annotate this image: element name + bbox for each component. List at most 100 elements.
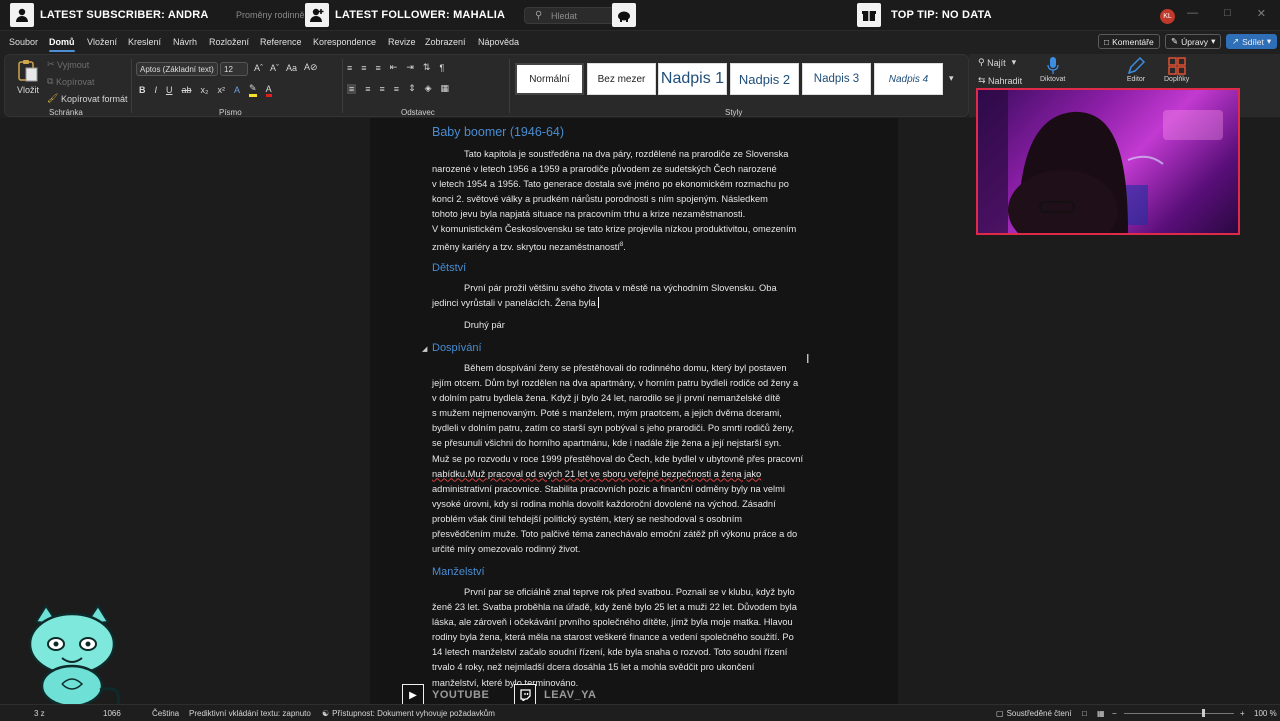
superscript-icon[interactable]: x² — [218, 85, 226, 95]
underline-icon[interactable]: U — [166, 85, 173, 95]
align-left-icon[interactable]: ≡ — [347, 83, 357, 94]
editing-mode-button[interactable]: ✎ Úpravy ▾ — [1165, 34, 1222, 49]
format-painter-button[interactable]: 🖌 Kopírovat formát — [47, 93, 127, 104]
find-button[interactable]: ⚲ Najít ▾ — [978, 57, 1016, 68]
zoom-slider-thumb[interactable] — [1202, 709, 1205, 717]
list-controls: ≡ ≡ ≡ ⇤ ⇥ ⇅ ¶ — [347, 62, 444, 73]
menu-mailings[interactable]: Korespondence — [313, 37, 376, 47]
numbered-list-icon[interactable]: ≡ — [361, 63, 366, 73]
focus-mode-button[interactable]: ▢ Soustředěné čtení — [996, 709, 1072, 718]
replace-button[interactable]: ⇆ Nahradit — [978, 75, 1022, 86]
addins-button[interactable]: Doplňky — [1164, 56, 1189, 83]
strikethrough-icon[interactable]: ab — [182, 85, 192, 95]
font-family-value: Aptos (Základní text) — [140, 64, 214, 74]
twitch-overlay: LEAV_YA — [514, 684, 596, 706]
read-mode-icon[interactable]: □ — [1082, 709, 1087, 718]
heading-manzelstvi: Manželství — [432, 566, 485, 578]
document-page[interactable]: Baby boomer (1946-64) Tato kapitola je s… — [370, 118, 898, 704]
minimize-icon[interactable]: — — [1187, 7, 1198, 20]
text-line: rodiny byla žena, která měla na starost … — [432, 632, 794, 643]
dictate-button[interactable]: Diktovat — [1040, 56, 1065, 83]
style-no-spacing[interactable]: Bez mezer — [587, 63, 656, 95]
format-painter-label: Kopírovat formát — [60, 93, 128, 104]
font-color-icon[interactable]: A — [265, 84, 272, 97]
share-icon: ↗ — [1232, 36, 1240, 46]
align-center-icon[interactable]: ≡ — [365, 84, 370, 94]
font-family-select[interactable]: Aptos (Základní text) — [136, 62, 218, 76]
cut-button[interactable]: ✂ Vyjmout — [47, 59, 89, 70]
comments-button[interactable]: □ Komentáře — [1098, 34, 1160, 49]
style-normal[interactable]: Normální — [515, 63, 584, 95]
editor-pen-icon — [1127, 56, 1146, 75]
text-segment: . — [623, 241, 626, 252]
word-count[interactable]: 1066 — [103, 709, 121, 718]
style-heading-1[interactable]: Nadpis 1 — [658, 63, 727, 95]
menu-help[interactable]: Nápověda — [478, 37, 519, 47]
bold-icon[interactable]: B — [139, 85, 146, 95]
page-count[interactable]: 3 z — [34, 709, 45, 718]
text-segment: jedinci vyrůstali v panelácích. Žena byl… — [432, 298, 596, 309]
style-heading-2[interactable]: Nadpis 2 — [730, 63, 799, 95]
italic-icon[interactable]: I — [155, 85, 158, 95]
print-layout-icon[interactable]: ▦ — [1097, 709, 1105, 718]
styles-group-label: Styly — [725, 108, 743, 117]
menu-home[interactable]: Domů — [49, 37, 75, 52]
language-status[interactable]: Čeština — [152, 709, 179, 718]
clipboard-icon — [18, 60, 38, 82]
subscript-icon[interactable]: x₂ — [201, 85, 209, 95]
text-line: Druhý pár — [464, 320, 505, 330]
menu-review[interactable]: Revize — [388, 37, 416, 47]
user-avatar[interactable]: KL — [1160, 9, 1175, 24]
menu-insert[interactable]: Vložení — [87, 37, 117, 47]
share-button[interactable]: ↗ Sdílet ▾ — [1226, 34, 1278, 49]
change-case-icon[interactable]: Aa — [286, 63, 297, 73]
font-size-value: 12 — [224, 64, 233, 74]
editor-button[interactable]: Editor — [1126, 56, 1146, 83]
collapse-triangle-icon[interactable]: ◢ — [422, 345, 427, 353]
sort-icon[interactable]: ⇅ — [423, 62, 431, 73]
zoom-slider[interactable] — [1124, 713, 1234, 714]
menu-references[interactable]: Reference — [260, 37, 302, 47]
bullet-list-icon[interactable]: ≡ — [347, 63, 352, 73]
align-right-icon[interactable]: ≡ — [380, 84, 385, 94]
accessibility-status[interactable]: ☯ Přístupnost: Dokument vyhovuje požadav… — [322, 709, 495, 718]
increase-indent-icon[interactable]: ⇥ — [406, 62, 414, 73]
highlight-icon[interactable]: ✎ — [249, 83, 257, 97]
menu-design[interactable]: Návrh — [173, 37, 197, 47]
text-effects-icon[interactable]: A — [234, 85, 240, 95]
text-line: v dolním patru bydlela žena. Když jí byl… — [432, 393, 781, 404]
play-icon: ▶ — [402, 684, 424, 706]
zoom-out-icon[interactable]: − — [1112, 709, 1117, 718]
menu-draw[interactable]: Kreslení — [128, 37, 161, 47]
share-label: Sdílet — [1242, 36, 1264, 47]
webcam-overlay — [976, 88, 1240, 235]
close-icon[interactable]: ✕ — [1257, 7, 1266, 20]
menu-file[interactable]: Soubor — [9, 37, 38, 47]
shading-icon[interactable]: ◈ — [425, 83, 432, 94]
text-line: První par se oficiálně znal teprve rok p… — [464, 587, 795, 597]
style-heading-3[interactable]: Nadpis 3 — [802, 63, 871, 95]
grow-font-icon[interactable]: Aˆ — [254, 63, 263, 73]
pilcrow-icon[interactable]: ¶ — [439, 63, 444, 73]
font-size-select[interactable]: 12 — [220, 62, 248, 76]
clear-formatting-icon[interactable]: A⊘ — [304, 62, 318, 73]
multilevel-list-icon[interactable]: ≡ — [376, 63, 381, 73]
zoom-in-icon[interactable]: + — [1240, 709, 1245, 718]
zoom-level[interactable]: 100 % — [1254, 709, 1277, 718]
menu-view[interactable]: Zobrazení — [425, 37, 466, 47]
justify-icon[interactable]: ≡ — [394, 84, 399, 94]
borders-icon[interactable]: ▦ — [441, 83, 450, 94]
paste-button[interactable]: Vložit — [17, 59, 39, 95]
style-heading-4[interactable]: Nadpis 4 — [874, 63, 943, 95]
styles-gallery-expand[interactable]: ▾ — [949, 73, 954, 84]
menu-layout[interactable]: Rozložení — [209, 37, 249, 47]
line-spacing-icon[interactable]: ⇕ — [408, 83, 416, 94]
maximize-icon[interactable]: □ — [1224, 7, 1231, 20]
shrink-font-icon[interactable]: Aˇ — [270, 63, 279, 73]
predictive-text-status[interactable]: Prediktivní vkládání textu: zapnuto — [189, 709, 311, 718]
decrease-indent-icon[interactable]: ⇤ — [390, 62, 398, 73]
chevron-down-icon: ▾ — [1211, 36, 1216, 46]
latest-subscriber-text: LATEST SUBSCRIBER: ANDRA — [40, 9, 209, 21]
copy-button[interactable]: ⧉ Kopírovat — [47, 76, 94, 87]
font-format-controls: B I U ab x₂ x² A ✎ A — [139, 83, 272, 97]
